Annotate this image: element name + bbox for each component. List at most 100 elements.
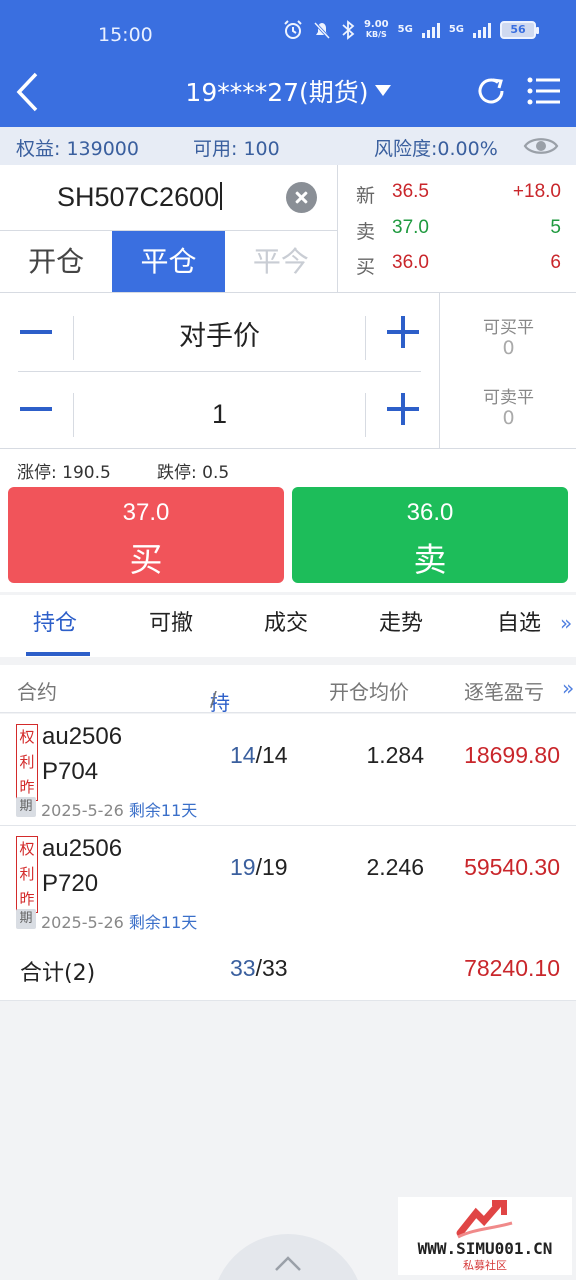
total-row: 合计(2) 33/33 78240.10: [0, 937, 576, 1001]
ask-volume: 5: [550, 217, 561, 238]
quantity-minus-button[interactable]: [18, 376, 73, 442]
pnl-value: 18699.80: [464, 742, 560, 768]
instrument-line-2: P720: [42, 870, 99, 897]
limit-up-text: 涨停: 190.5: [17, 463, 111, 483]
buy-label: 买: [129, 540, 163, 579]
tab-trades[interactable]: 成交: [264, 605, 308, 637]
col-avg-price[interactable]: 开仓均价: [329, 676, 409, 705]
account-summary: 权益: 139000 可用: 100 风险度:0.00%: [0, 127, 576, 165]
can-sell-close-label: 可卖平: [483, 388, 534, 408]
watermark-site: WWW.SIMU001.CN: [417, 1239, 553, 1258]
eye-icon[interactable]: [523, 134, 559, 158]
total-pnl: 78240.10: [464, 955, 560, 981]
quote-ask-row: 卖 37.0 5: [338, 217, 576, 247]
buy-button[interactable]: 37.0 买: [8, 487, 284, 583]
total-hold-available: 33/33: [230, 955, 288, 982]
expiry-info: 2025-5-26 剩余11天: [41, 909, 197, 933]
expand-panel-handle[interactable]: [212, 1234, 364, 1280]
mute-bell-icon: [313, 21, 331, 40]
option-badge: 权 利 昨: [16, 836, 38, 913]
ask-label: 卖: [356, 221, 376, 243]
net-speed-value: 9.00: [363, 19, 389, 30]
price-minus-button[interactable]: [18, 299, 73, 365]
price-plus-button[interactable]: [366, 299, 421, 365]
bid-volume: 6: [550, 252, 561, 273]
hold-available: 19/19: [230, 854, 288, 881]
option-badge: 权 利 昨: [16, 724, 38, 801]
tab-cancelable[interactable]: 可撤: [149, 605, 193, 637]
sell-label: 卖: [413, 540, 447, 579]
sell-price: 36.0: [406, 499, 454, 526]
clear-icon[interactable]: [286, 182, 317, 213]
total-label: 合计(2): [20, 961, 96, 986]
hold-value: 14: [230, 742, 256, 768]
avg-price: 2.246: [366, 854, 424, 880]
last-price: 36.5: [392, 181, 429, 202]
tab-close-position[interactable]: 平仓: [112, 231, 225, 292]
status-time: 15:00: [98, 24, 153, 46]
quantity-plus-button[interactable]: [366, 376, 421, 442]
account-title: 19****27(期货): [185, 78, 369, 107]
limit-down-text: 跌停: 0.5: [157, 463, 230, 483]
expiry-date: 2025-5-26: [41, 801, 124, 820]
active-tab-indicator: [26, 652, 90, 656]
contract-code-text: SH507C2600: [57, 182, 222, 213]
sell-button[interactable]: 36.0 卖: [292, 487, 568, 583]
battery-icon: 56: [500, 21, 539, 39]
period-tag: 期: [16, 909, 36, 929]
can-buy-close-value: 0: [502, 337, 515, 359]
dropdown-caret-icon: [374, 85, 391, 96]
badge-char: 权: [19, 840, 35, 858]
offset-tabs: 开仓 平仓 平今: [0, 231, 337, 293]
price-limits: 涨停: 190.5 跌停: 0.5: [0, 448, 576, 486]
ask-price: 37.0: [392, 217, 429, 238]
signal-icon-2: [473, 22, 491, 38]
watermark-logo: [456, 1200, 513, 1239]
hold-available: 14/14: [230, 742, 288, 769]
refresh-icon[interactable]: [474, 74, 508, 108]
sub-tabs: 持仓 可撤 成交 走势 自选 »: [0, 595, 576, 657]
status-icons: 9.00 KB/S 5G 5G 56: [283, 19, 539, 40]
badge-char: 权: [19, 728, 35, 746]
bid-label: 买: [356, 256, 376, 278]
avg-price: 1.284: [366, 742, 424, 768]
tab-trend[interactable]: 走势: [379, 605, 423, 637]
tab-positions[interactable]: 持仓: [33, 605, 77, 637]
days-remaining: 剩余11天: [128, 801, 198, 820]
price-mode-field[interactable]: 对手价: [74, 299, 365, 375]
col-pnl[interactable]: 逐笔盈亏: [464, 676, 544, 705]
table-row[interactable]: 权 利 昨 au2506 P704 期 2025-5-26 剩余11天 14/1…: [0, 714, 576, 826]
contract-code-input[interactable]: SH507C2600: [0, 165, 337, 231]
chevron-up-icon: [275, 1256, 301, 1271]
risk-text: 风险度:0.00%: [374, 138, 498, 160]
badge-char: 利: [19, 753, 35, 771]
divider: [18, 371, 421, 372]
quantity-field[interactable]: 1: [74, 376, 365, 452]
instrument-line-1: au2506: [42, 835, 123, 862]
alarm-icon: [284, 20, 302, 39]
tab-close-today[interactable]: 平今: [225, 231, 337, 292]
network-label-1: 5G: [397, 24, 413, 35]
can-buy-close-label: 可买平: [483, 318, 534, 338]
badge-char: 利: [19, 865, 35, 883]
positions-table-header: 合约 持仓/可用 开仓均价 逐笔盈亏 »: [0, 665, 576, 768]
tab-open-position[interactable]: 开仓: [0, 231, 112, 292]
net-speed-unit: KB/S: [365, 30, 387, 39]
more-tabs-icon[interactable]: »: [560, 611, 572, 635]
expiry-date: 2025-5-26: [41, 913, 124, 932]
period-tag: 期: [16, 797, 36, 817]
tab-watchlist[interactable]: 自选: [497, 605, 541, 637]
quote-bid-row: 买 36.0 6: [338, 252, 576, 282]
table-row[interactable]: 权 利 昨 au2506 P720 期 2025-5-26 剩余11天 19/1…: [0, 826, 576, 938]
order-panel: SH507C2600 开仓 平仓 平今 新 36.5 +18.0 卖 37.0 …: [0, 165, 576, 448]
expiry-info: 2025-5-26 剩余11天: [41, 797, 197, 821]
days-remaining: 剩余11天: [128, 913, 198, 932]
signal-icon-1: [421, 22, 440, 38]
col-contract: 合约: [17, 680, 57, 704]
available-value: /14: [255, 742, 288, 768]
price-stepper: 对手价: [18, 299, 421, 365]
equity-text: 权益: 139000: [16, 138, 139, 160]
list-menu-icon[interactable]: [527, 76, 561, 106]
available-text: 可用: 100: [193, 138, 280, 160]
more-columns-icon[interactable]: »: [562, 676, 574, 700]
